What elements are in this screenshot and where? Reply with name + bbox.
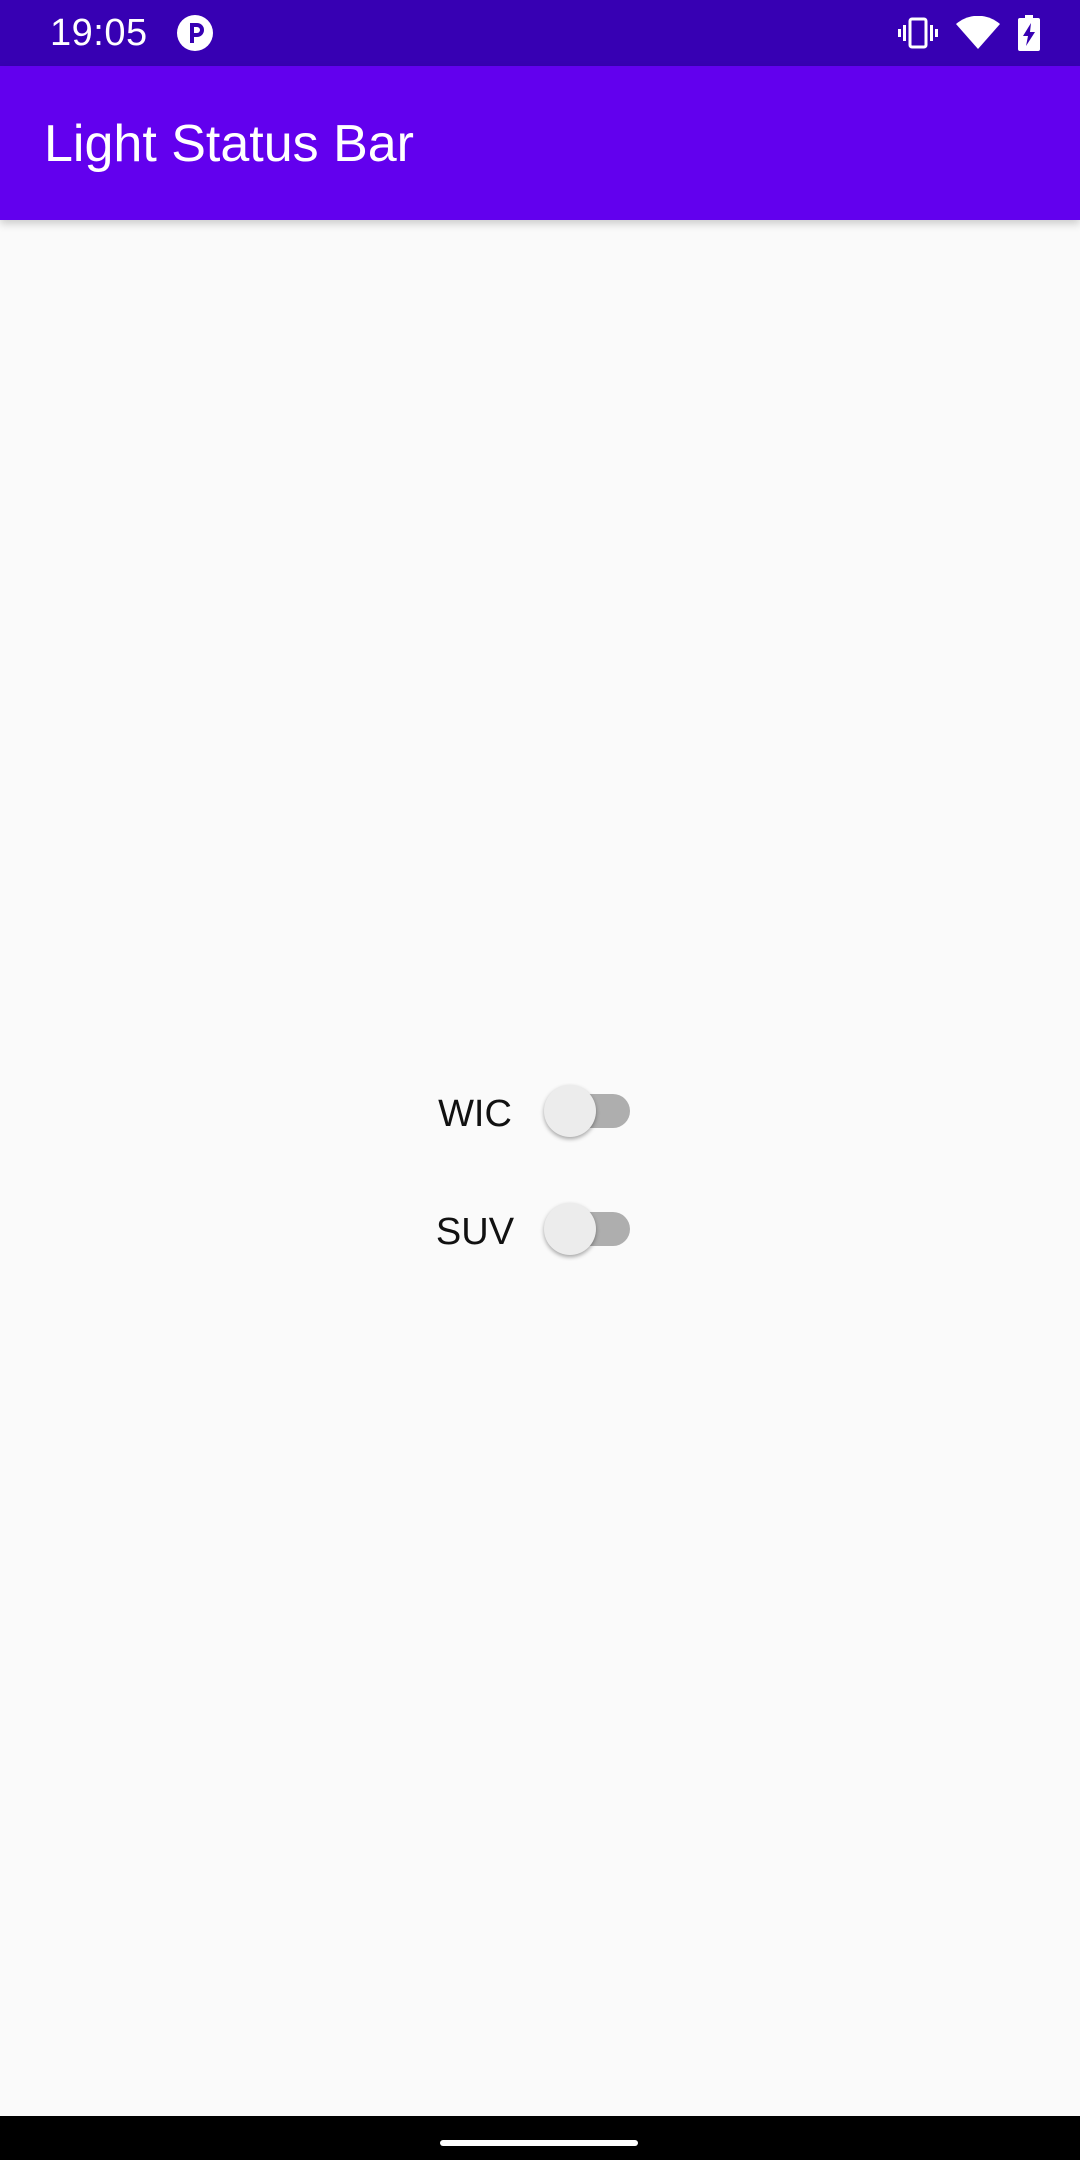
switch-label-suv: SUV (435, 1211, 515, 1253)
vibrate-icon (898, 16, 938, 50)
app-bar-title: Light Status Bar (44, 115, 414, 173)
suv-switch[interactable] (544, 1200, 634, 1256)
app-bar: Light Status Bar (0, 66, 1080, 220)
switch-label-wic: WIC (438, 1093, 512, 1135)
switch-row-wic: WIC (380, 1060, 700, 1160)
wifi-icon (956, 16, 1000, 50)
switch-thumb (544, 1085, 596, 1137)
battery-charging-icon (1018, 15, 1040, 51)
gesture-handle[interactable] (440, 2140, 638, 2146)
screen: 19:05 Light Status Bar WIC SUV (0, 0, 1080, 2160)
status-bar: 19:05 (0, 0, 1080, 66)
status-icons (898, 14, 1040, 52)
switch-row-suv: SUV (380, 1178, 700, 1278)
wic-switch[interactable] (544, 1082, 634, 1138)
navigation-bar (0, 2116, 1080, 2160)
notification-app-icon (176, 14, 214, 52)
switch-thumb (544, 1203, 596, 1255)
content-area: WIC SUV (0, 220, 1080, 2116)
status-time: 19:05 (50, 12, 148, 54)
